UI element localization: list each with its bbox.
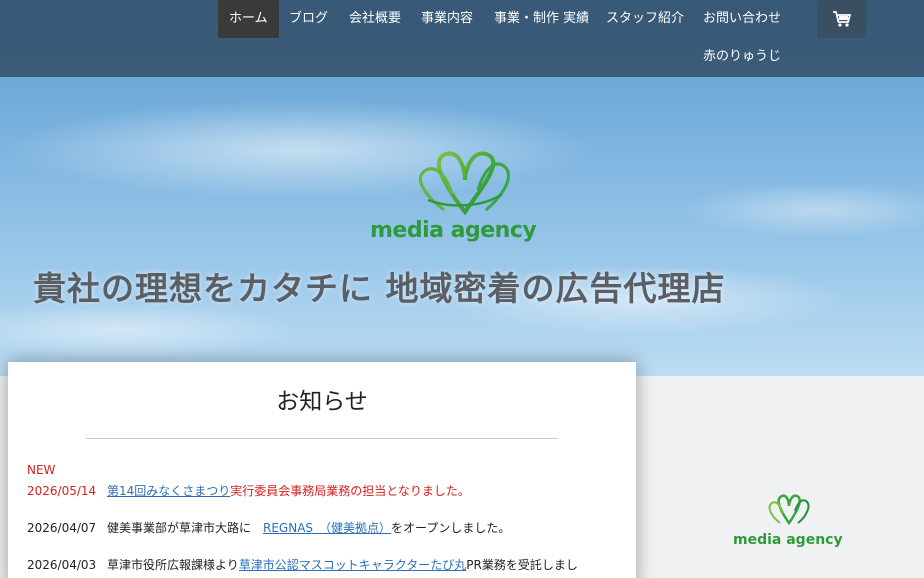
news-text: PR業務を受託しまし [466,558,578,572]
news-item: 2026/04/07 健美事業部が草津市大路に REGNAS （健美拠点）をオープン… [27,519,510,536]
news-text-pre: 健美事業部が草津市大路に [107,521,252,535]
news-date: 2026/05/14 [27,484,97,498]
notice-divider [86,438,558,439]
nav-business[interactable]: 事業内容 [410,0,484,38]
nav-home[interactable]: ホーム [218,0,279,38]
news-text-pre: 草津市役所広報課様より [107,558,239,572]
news-text: 実行委員会事務局業務の担当となりました。 [230,484,470,498]
nav-works[interactable]: 事業・制作 実績 [483,0,600,38]
cart-icon [832,11,851,27]
logo-text: media agency [370,218,537,243]
new-badge: NEW [27,463,56,477]
news-date: 2026/04/07 [27,521,97,535]
notice-title: お知らせ [276,389,368,415]
news-item: 2026/05/14 第14回みなくさまつり実行委員会事務局業務の担当となりました… [27,482,470,499]
side-logo-hearts-icon [768,494,810,526]
notice-card: お知らせ NEW 2026/05/14 第14回みなくさまつり実行委員会事務局業務… [8,362,636,578]
nav-company[interactable]: 会社概要 [338,0,412,38]
news-item: 2026/04/03 草津市役所広報課様より草津市公認マスコットキャラクターたび丸… [27,556,578,573]
nav-contact[interactable]: お問い合わせ [692,0,792,38]
news-date: 2026/04/03 [27,558,97,572]
news-link[interactable]: 草津市公認マスコットキャラクターたび丸 [239,558,467,572]
nav-blog[interactable]: ブログ [278,0,339,38]
nav-staff[interactable]: スタッフ紹介 [595,0,695,38]
news-link[interactable]: REGNAS （健美拠点） [263,521,391,535]
side-logo-text: media agency [733,532,843,548]
top-navbar: ホーム ブログ 会社概要 事業内容 事業・制作 実績 スタッフ紹介 お問い合わせ… [0,0,924,77]
hero-tagline: 貴社の理想をカタチに 地域密着の広告代理店 [33,269,726,308]
news-text: をオープンしました。 [391,521,511,535]
cart-button[interactable] [817,0,866,38]
news-link[interactable]: 第14回みなくさまつり [107,484,230,498]
nav-red-ryuji[interactable]: 赤のりゅうじ [692,38,792,76]
